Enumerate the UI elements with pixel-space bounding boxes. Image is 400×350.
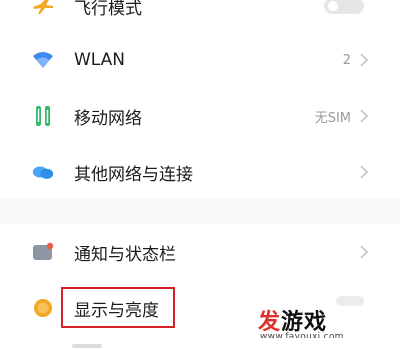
- chevron-right-icon: [360, 245, 369, 259]
- chevron-right-icon: [360, 165, 369, 179]
- settings-row-other-networks[interactable]: 其他网络与连接: [0, 144, 400, 200]
- settings-label-notifications: 通知与状态栏: [74, 244, 176, 265]
- settings-row-airplane[interactable]: 飞行模式: [0, 0, 400, 34]
- notification-icon: [31, 240, 55, 264]
- mobile-data-icon: [31, 104, 55, 128]
- settings-label-other-networks: 其他网络与连接: [74, 164, 193, 185]
- wlan-value: 2: [342, 52, 351, 68]
- cloud-icon: [31, 160, 55, 184]
- airplane-toggle[interactable]: [324, 0, 364, 14]
- settings-label-airplane: 飞行模式: [74, 0, 142, 19]
- chevron-right-icon: [360, 53, 369, 67]
- settings-row-notifications[interactable]: 通知与状态栏: [0, 224, 400, 280]
- settings-row-wlan[interactable]: WLAN 2: [0, 32, 400, 88]
- wifi-icon: [31, 48, 55, 72]
- settings-label-wlan: WLAN: [74, 50, 126, 70]
- chevron-right-icon: [360, 109, 369, 123]
- airplane-icon: [31, 0, 55, 18]
- settings-label-display: 显示与亮度: [74, 300, 159, 321]
- sun-icon: [31, 296, 55, 320]
- bottom-partial-row: [0, 338, 400, 350]
- settings-label-mobile: 移动网络: [74, 108, 142, 129]
- settings-row-mobile[interactable]: 移动网络 无SIM: [0, 88, 400, 144]
- section-gap: [0, 198, 400, 224]
- mobile-value: 无SIM: [314, 110, 351, 126]
